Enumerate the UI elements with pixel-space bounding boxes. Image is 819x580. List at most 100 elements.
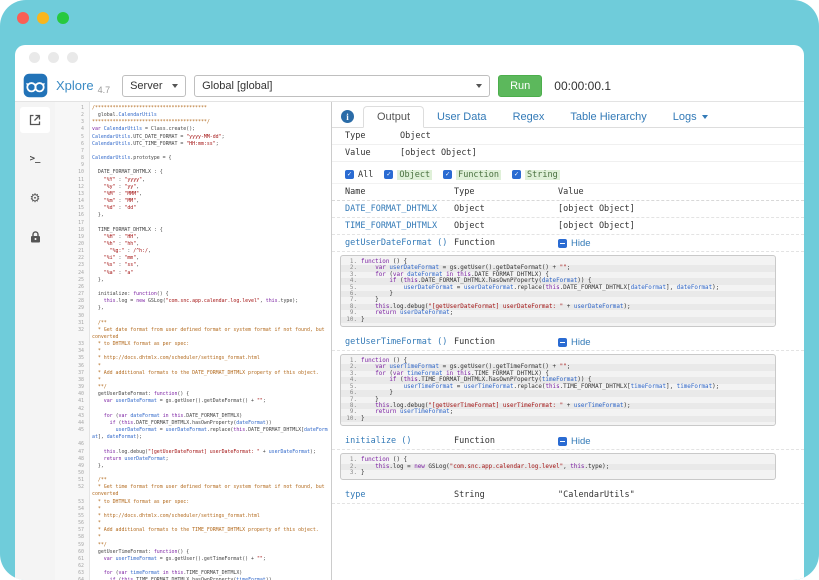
minimize-window-button[interactable] — [37, 12, 49, 24]
editor-line[interactable]: 35 * http://docs.dhtmlx.com/scheduler/se… — [55, 355, 331, 362]
checkbox-checked-icon[interactable] — [384, 170, 393, 179]
editor-line[interactable]: 16 }, — [55, 212, 331, 219]
filter-object[interactable]: Object — [384, 170, 432, 180]
editor-line[interactable]: 13 "%M" : "MMM", — [55, 191, 331, 198]
result-name-link[interactable]: getUserDateFormat () — [345, 238, 454, 248]
editor-line[interactable]: 44 if (this.DATE_FORMAT_DHTMLX.hasOwnPro… — [55, 420, 331, 427]
hide-toggle[interactable]: Hide — [558, 238, 804, 249]
editor-line[interactable]: 25 }, — [55, 277, 331, 284]
editor-line[interactable]: 32 * Get date format from user defined f… — [55, 327, 331, 341]
browser-frame: Xplore 4.7 Server Global [global] Run 00… — [0, 0, 819, 580]
editor-line[interactable]: 4var CalendarUtils = Class.create(); — [55, 126, 331, 133]
info-icon[interactable]: i — [341, 110, 354, 123]
editor-line[interactable]: 61 var userTimeFormat = gs.getUser().get… — [55, 556, 331, 563]
editor-line[interactable]: 58 * — [55, 534, 331, 541]
editor-line[interactable]: 53 * to DHTMLX format as per spec: — [55, 499, 331, 506]
editor-line[interactable]: 59 **/ — [55, 542, 331, 549]
editor-line[interactable]: 45 userDateFormat = userDateFormat.repla… — [55, 427, 331, 441]
editor-line[interactable]: 41 var userDateFormat = gs.getUser().get… — [55, 398, 331, 405]
editor-line[interactable]: 18 TIME_FORMAT_DHTMLX : { — [55, 227, 331, 234]
editor-line[interactable]: 12 "%y" : "yy", — [55, 184, 331, 191]
editor-line-text: return userDateFormat; — [89, 456, 331, 463]
editor-line[interactable]: 49 }, — [55, 463, 331, 470]
code-editor[interactable]: 1/**************************************… — [55, 102, 332, 580]
result-name-link[interactable]: type — [345, 490, 454, 500]
editor-line[interactable]: 43 for (var dateFormat in this.DATE_FORM… — [55, 413, 331, 420]
scope-select[interactable]: Global [global] — [194, 75, 490, 97]
editor-line[interactable]: 9 — [55, 162, 331, 169]
editor-line[interactable]: 34 * — [55, 348, 331, 355]
result-name-link[interactable]: initialize () — [345, 436, 454, 446]
filter-function[interactable]: Function — [443, 170, 501, 180]
editor-line[interactable]: 47 this.log.debug("[getUserDateFormat] u… — [55, 449, 331, 456]
editor-line[interactable]: 10 DATE_FORMAT_DHTMLX : { — [55, 169, 331, 176]
editor-line[interactable]: 2 global.CalendarUtils — [55, 112, 331, 119]
editor-line[interactable]: 14 "%m" : "MM", — [55, 198, 331, 205]
filter-all[interactable]: All — [345, 170, 373, 180]
editor-line[interactable]: 40 getUserDateFormat: function() { — [55, 391, 331, 398]
editor-line[interactable]: 6CalendarUtils.UTC_TIME_FORMAT = "HH:mm:… — [55, 141, 331, 148]
terminal-button[interactable]: >_ — [20, 146, 50, 172]
editor-line[interactable]: 62 — [55, 563, 331, 570]
editor-line[interactable]: 21 "%g:" : /^h:/, — [55, 248, 331, 255]
hide-toggle[interactable]: Hide — [558, 337, 804, 348]
lock-button[interactable] — [20, 224, 50, 250]
editor-line[interactable]: 28 this.log = new GSLog("com.snc.app.cal… — [55, 298, 331, 305]
editor-line[interactable]: 7 — [55, 148, 331, 155]
editor-line[interactable]: 31 /** — [55, 320, 331, 327]
checkbox-checked-icon[interactable] — [443, 170, 452, 179]
open-in-new-window-button[interactable] — [20, 107, 50, 133]
tab-table-hierarchy[interactable]: Table Hierarchy — [557, 107, 659, 127]
run-button[interactable]: Run — [498, 75, 542, 97]
checkbox-checked-icon[interactable] — [512, 170, 521, 179]
editor-line[interactable]: 24 "%a" : "a" — [55, 270, 331, 277]
editor-line[interactable]: 48 return userDateFormat; — [55, 456, 331, 463]
close-window-button[interactable] — [17, 12, 29, 24]
editor-line[interactable]: 3***************************************… — [55, 119, 331, 126]
editor-line[interactable]: 20 "%h" : "hh", — [55, 241, 331, 248]
editor-line[interactable]: 8CalendarUtils.prototype = { — [55, 155, 331, 162]
editor-line[interactable]: 55 * http://docs.dhtmlx.com/scheduler/se… — [55, 513, 331, 520]
server-select[interactable]: Server — [122, 75, 186, 97]
result-type: String — [454, 490, 558, 500]
tab-output[interactable]: Output — [363, 106, 424, 128]
editor-line[interactable]: 29 }, — [55, 305, 331, 312]
editor-line[interactable]: 38 * — [55, 377, 331, 384]
hide-toggle[interactable]: Hide — [558, 436, 804, 447]
editor-line[interactable]: 26 — [55, 284, 331, 291]
editor-line[interactable]: 36 * — [55, 363, 331, 370]
checkbox-checked-icon[interactable] — [345, 170, 354, 179]
editor-line[interactable]: 5CalendarUtils.UTC_DATE_FORMAT = "yyyy-M… — [55, 134, 331, 141]
editor-line[interactable]: 23 "%s" : "ss", — [55, 262, 331, 269]
settings-button[interactable]: ⚙ — [20, 185, 50, 211]
result-name-link[interactable]: getUserTimeFormat () — [345, 337, 454, 347]
editor-line[interactable]: 39 **/ — [55, 384, 331, 391]
editor-line[interactable]: 60 getUserTimeFormat: function() { — [55, 549, 331, 556]
editor-line[interactable]: 56 * — [55, 520, 331, 527]
result-name-link[interactable]: DATE_FORMAT_DHTMLX — [345, 204, 454, 214]
editor-line[interactable]: 17 — [55, 220, 331, 227]
editor-line[interactable]: 1/************************************** — [55, 105, 331, 112]
editor-line[interactable]: 54 * — [55, 506, 331, 513]
editor-line[interactable]: 50 — [55, 470, 331, 477]
editor-line[interactable]: 33 * to DHTMLX format as per spec: — [55, 341, 331, 348]
editor-line[interactable]: 30 — [55, 313, 331, 320]
tab-regex[interactable]: Regex — [500, 107, 558, 127]
editor-line[interactable]: 63 for (var timeFormat in this.TIME_FORM… — [55, 570, 331, 577]
editor-line[interactable]: 42 — [55, 406, 331, 413]
editor-line[interactable]: 46 — [55, 441, 331, 448]
editor-line[interactable]: 19 "%H" : "HH", — [55, 234, 331, 241]
editor-line[interactable]: 22 "%i" : "mm", — [55, 255, 331, 262]
result-name-link[interactable]: TIME_FORMAT_DHTMLX — [345, 221, 454, 231]
editor-line[interactable]: 15 "%d" : "dd" — [55, 205, 331, 212]
editor-line[interactable]: 11 "%Y" : "yyyy", — [55, 177, 331, 184]
editor-line[interactable]: 27 initialize: function() { — [55, 291, 331, 298]
tab-user-data[interactable]: User Data — [424, 107, 500, 127]
filter-string[interactable]: String — [512, 170, 560, 180]
editor-line[interactable]: 37 * Add additional formats to the DATE_… — [55, 370, 331, 377]
editor-line[interactable]: 57 * Add additional formats to the TIME_… — [55, 527, 331, 534]
editor-line[interactable]: 52 * Get time format from user defined f… — [55, 484, 331, 498]
editor-line[interactable]: 51 /** — [55, 477, 331, 484]
tab-logs[interactable]: Logs — [660, 107, 721, 127]
zoom-window-button[interactable] — [57, 12, 69, 24]
